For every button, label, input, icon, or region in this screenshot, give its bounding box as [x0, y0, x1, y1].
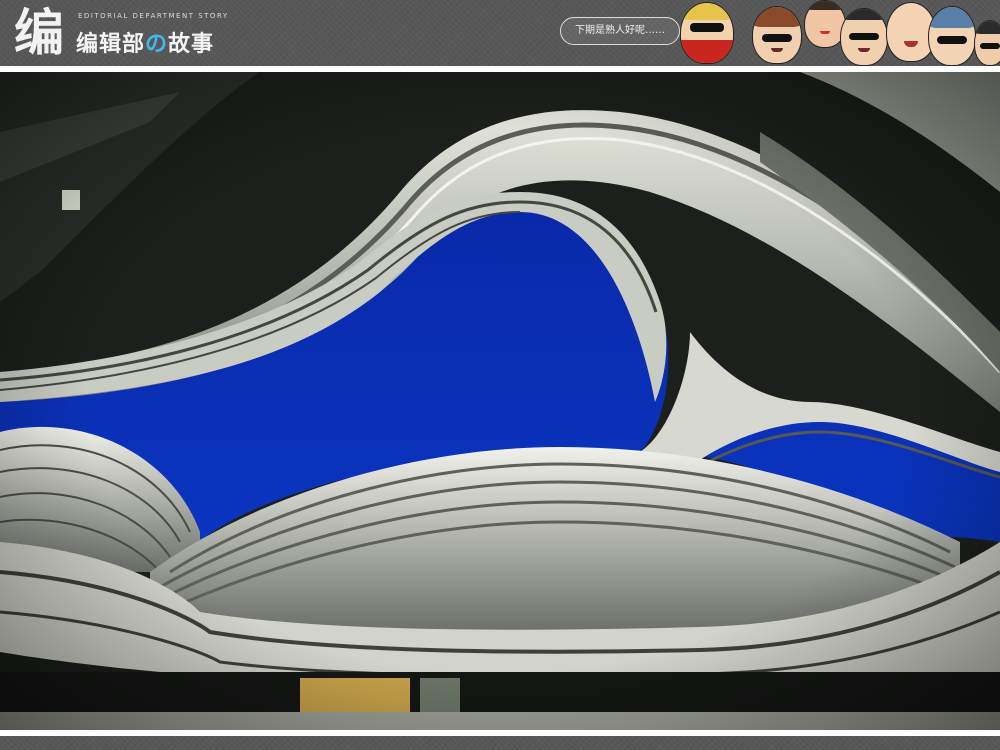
character-banner [676, 0, 1000, 66]
vignette [0, 72, 1000, 730]
character-face-edge [974, 20, 1000, 66]
speech-bubble: 下期是熟人好呢…… [560, 17, 680, 45]
title-prefix: 编辑部 [76, 32, 146, 57]
brand-logo[interactable]: 编 EDITORIAL DEPARTMENT STORY 编辑部の故事 [14, 4, 227, 62]
logo-title: 编辑部の故事 [76, 26, 214, 58]
architecture-illustration [0, 72, 1000, 730]
logo-mark: 编 [14, 4, 64, 62]
architecture-photo [0, 72, 1000, 730]
page: 编 EDITORIAL DEPARTMENT STORY 编辑部の故事 下期是熟… [0, 0, 1000, 750]
header: 编 EDITORIAL DEPARTMENT STORY 编辑部の故事 下期是熟… [0, 0, 1000, 66]
character-face-woman [752, 6, 802, 64]
character-face-blond [680, 2, 734, 64]
title-suffix: 故事 [168, 32, 215, 57]
title-no: の [145, 32, 169, 57]
character-face-glasses [840, 8, 888, 66]
character-face-blue-hair [928, 6, 976, 66]
logo-subtitle: EDITORIAL DEPARTMENT STORY [78, 12, 229, 20]
bottom-frame-line [0, 730, 1000, 736]
